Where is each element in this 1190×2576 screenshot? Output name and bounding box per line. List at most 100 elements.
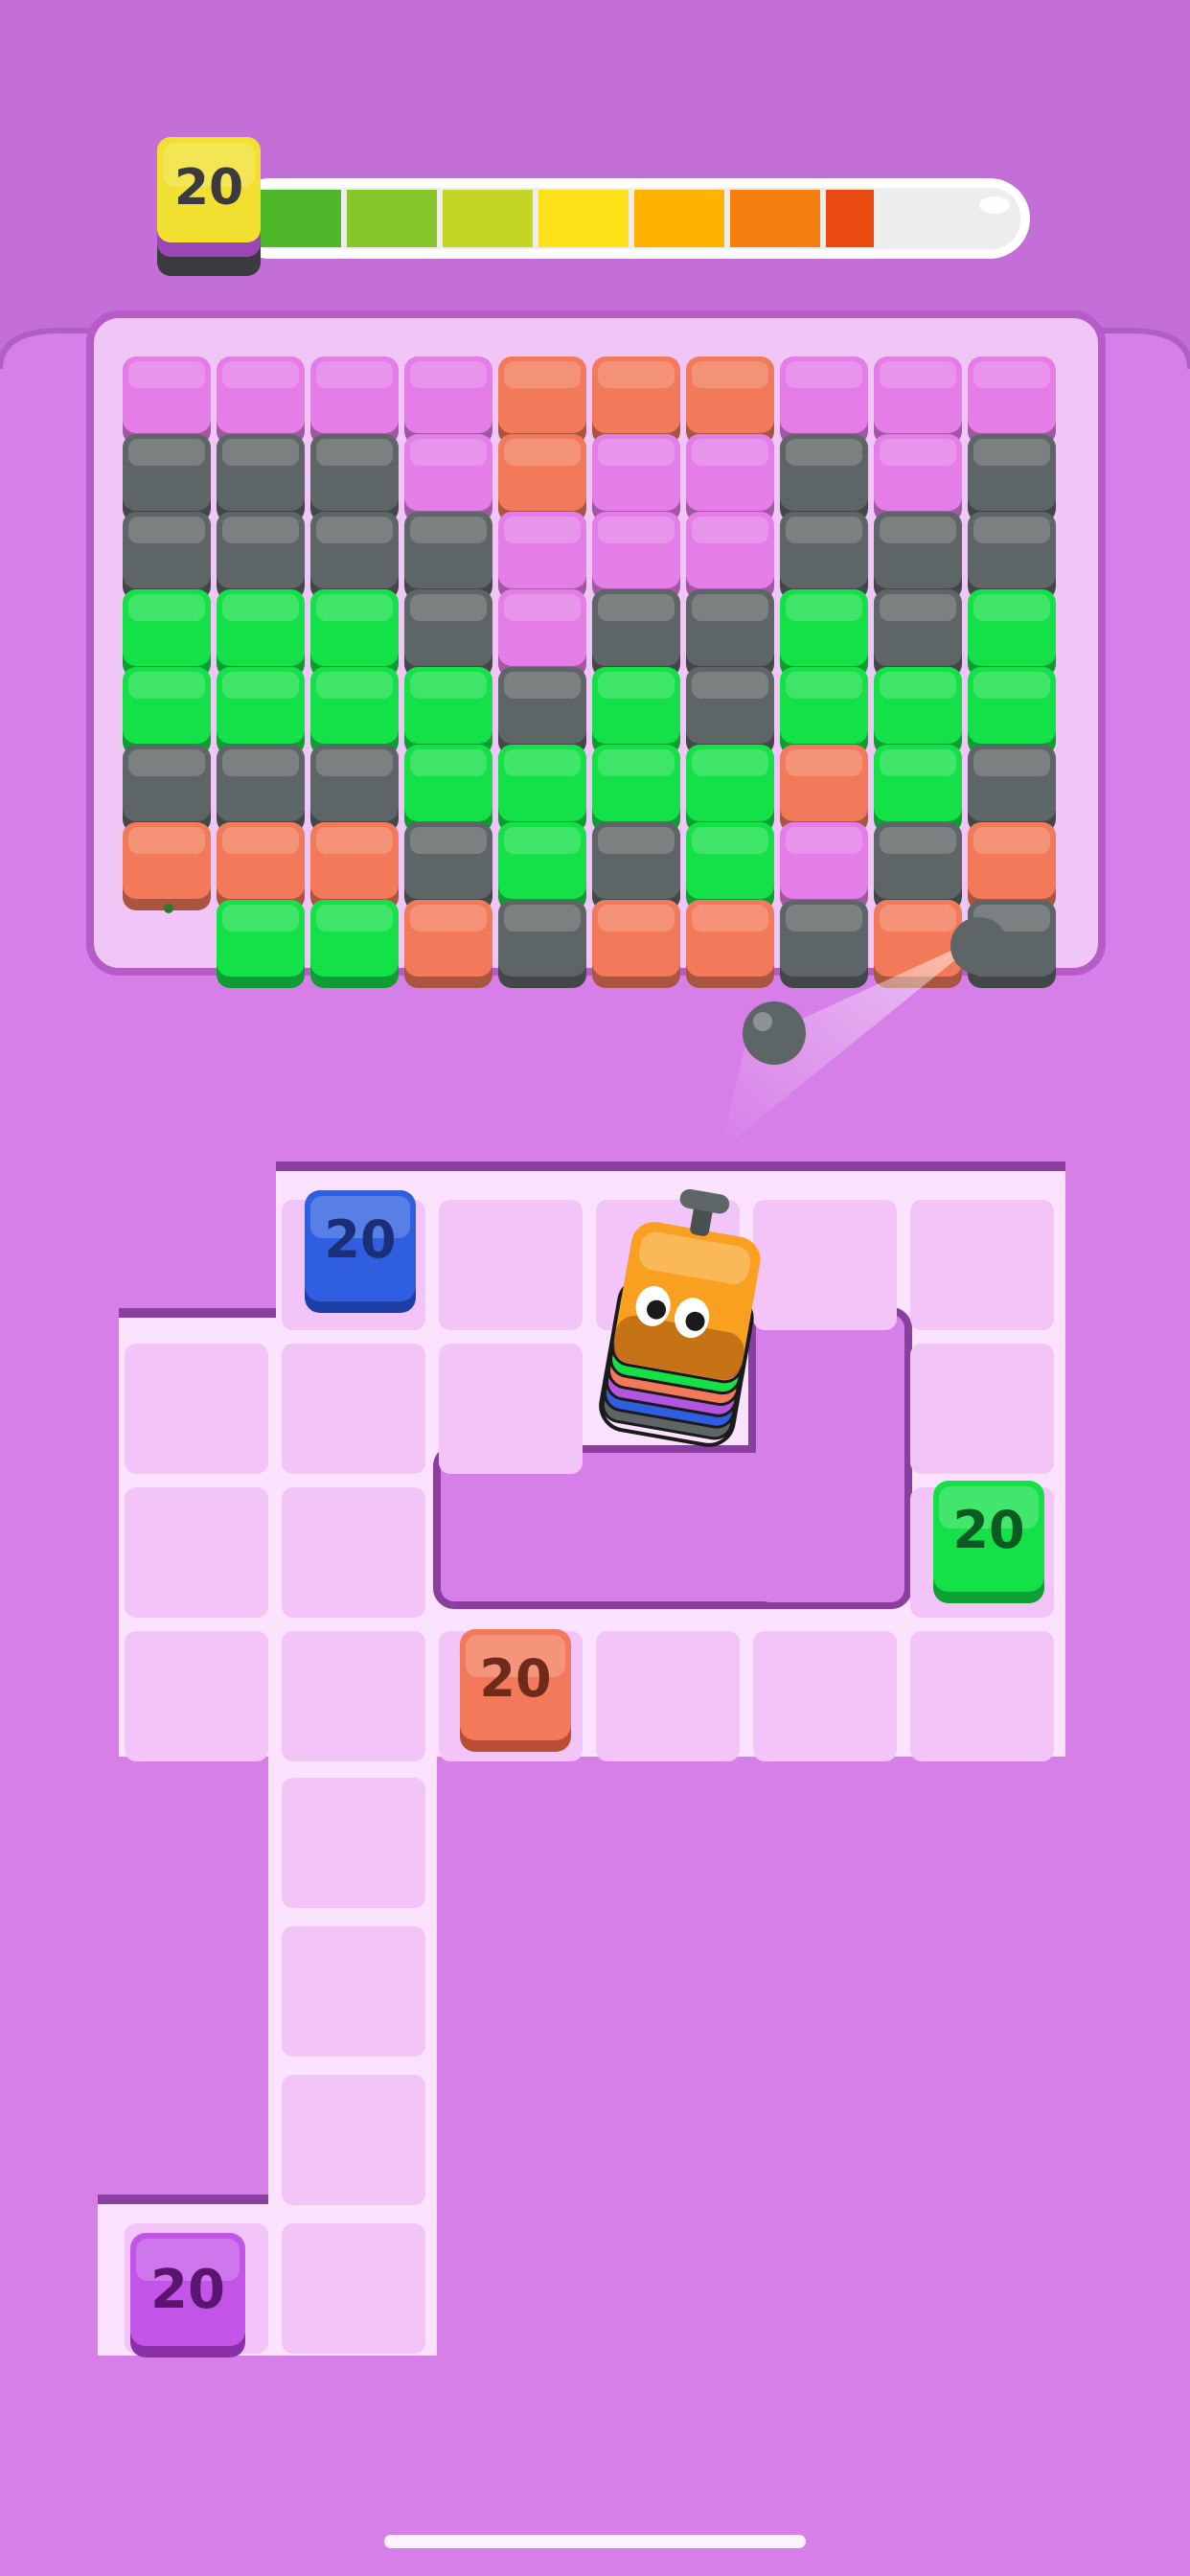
board-cell-green[interactable] bbox=[874, 667, 962, 755]
board-cell-gray[interactable] bbox=[874, 589, 962, 678]
board-dot bbox=[164, 904, 173, 913]
path-tile bbox=[910, 1200, 1054, 1330]
board-cell-coral[interactable] bbox=[592, 900, 680, 988]
board-cell-gray[interactable] bbox=[310, 434, 399, 522]
board-cell-pink[interactable] bbox=[123, 356, 211, 445]
progress-segment bbox=[730, 190, 820, 247]
stack-coral[interactable]: 20 bbox=[460, 1629, 571, 1752]
board-cell-coral[interactable] bbox=[968, 822, 1056, 910]
board-cell-green[interactable] bbox=[686, 822, 774, 910]
board-cell-green[interactable] bbox=[498, 745, 586, 833]
board-cell-green[interactable] bbox=[592, 745, 680, 833]
board-cell-pink[interactable] bbox=[217, 356, 305, 445]
board-cell-gray[interactable] bbox=[498, 667, 586, 755]
board-cell-gray[interactable] bbox=[217, 745, 305, 833]
board-cell-gray[interactable] bbox=[968, 434, 1056, 522]
board-cell-gray[interactable] bbox=[968, 745, 1056, 833]
board-cell-gray[interactable] bbox=[310, 512, 399, 600]
board-cell-green[interactable] bbox=[217, 667, 305, 755]
board-cell-gray[interactable] bbox=[217, 434, 305, 522]
path-tile bbox=[910, 1344, 1054, 1474]
board-cell-gray[interactable] bbox=[592, 589, 680, 678]
board-cell-gray[interactable] bbox=[217, 512, 305, 600]
path-tile bbox=[282, 1344, 425, 1474]
board-cell-green[interactable] bbox=[592, 667, 680, 755]
board-cell-gray[interactable] bbox=[123, 434, 211, 522]
board-cell-pink[interactable] bbox=[592, 512, 680, 600]
board-cell-gray[interactable] bbox=[968, 512, 1056, 600]
progress-segment bbox=[347, 190, 437, 247]
board-cell-green[interactable] bbox=[968, 667, 1056, 755]
board-cell-green[interactable] bbox=[123, 589, 211, 678]
board-cell-green[interactable] bbox=[498, 822, 586, 910]
board-cell-gray[interactable] bbox=[686, 667, 774, 755]
board-cell-gray[interactable] bbox=[592, 822, 680, 910]
board-cell-coral[interactable] bbox=[498, 434, 586, 522]
board-cell-green[interactable] bbox=[874, 745, 962, 833]
board-cell-coral[interactable] bbox=[686, 356, 774, 445]
path-tile bbox=[282, 2223, 425, 2354]
board-cell-pink[interactable] bbox=[686, 434, 774, 522]
board-cell-green[interactable] bbox=[686, 745, 774, 833]
level-number: 20 bbox=[174, 159, 243, 217]
board-cell-coral[interactable] bbox=[780, 745, 868, 833]
board-cell-pink[interactable] bbox=[968, 356, 1056, 445]
board-cell-green[interactable] bbox=[404, 745, 492, 833]
board-cell-gray[interactable] bbox=[404, 589, 492, 678]
board-cell-gray[interactable] bbox=[874, 512, 962, 600]
board-cell-coral[interactable] bbox=[498, 356, 586, 445]
board-cell-gray[interactable] bbox=[498, 900, 586, 988]
home-indicator[interactable] bbox=[384, 2535, 806, 2548]
board-cell-gray[interactable] bbox=[310, 745, 399, 833]
stack-purple[interactable]: 20 bbox=[130, 2233, 245, 2358]
board-cell-pink[interactable] bbox=[404, 434, 492, 522]
board-cell-coral[interactable] bbox=[310, 822, 399, 910]
path-tile bbox=[282, 2075, 425, 2205]
board-cell-green[interactable] bbox=[310, 900, 399, 988]
board-cell-pink[interactable] bbox=[592, 434, 680, 522]
path-tile bbox=[282, 1926, 425, 2057]
path-tile bbox=[439, 1344, 583, 1474]
board-cell-green[interactable] bbox=[310, 589, 399, 678]
path-tile bbox=[282, 1487, 425, 1618]
board-cell-coral[interactable] bbox=[404, 900, 492, 988]
stack-purple-count: 20 bbox=[150, 2259, 225, 2321]
board-cell-green[interactable] bbox=[780, 667, 868, 755]
board-cell-pink[interactable] bbox=[874, 356, 962, 445]
board-cell-green[interactable] bbox=[968, 589, 1056, 678]
progress-segment bbox=[634, 190, 724, 247]
board-cell-pink[interactable] bbox=[780, 822, 868, 910]
ball-projectile-highlight bbox=[753, 1012, 772, 1031]
board-cell-pink[interactable] bbox=[310, 356, 399, 445]
game-screen: 20 20 20 20 20 bbox=[0, 0, 1190, 2576]
board-cell-coral[interactable] bbox=[123, 822, 211, 910]
stack-green[interactable]: 20 bbox=[933, 1481, 1044, 1603]
board-cell-gray[interactable] bbox=[686, 589, 774, 678]
board-cell-gray[interactable] bbox=[404, 512, 492, 600]
progress-segment bbox=[538, 190, 629, 247]
board-cell-pink[interactable] bbox=[874, 434, 962, 522]
stack-blue[interactable]: 20 bbox=[305, 1190, 416, 1313]
board-cell-gray[interactable] bbox=[780, 434, 868, 522]
board-cell-pink[interactable] bbox=[404, 356, 492, 445]
board-cell-gray[interactable] bbox=[780, 512, 868, 600]
board-cell-coral[interactable] bbox=[592, 356, 680, 445]
board-cell-pink[interactable] bbox=[780, 356, 868, 445]
board-cell-coral[interactable] bbox=[686, 900, 774, 988]
board-cell-gray[interactable] bbox=[780, 900, 868, 988]
progress-bar bbox=[230, 178, 1030, 259]
board-cell-gray[interactable] bbox=[874, 822, 962, 910]
board-cell-green[interactable] bbox=[123, 667, 211, 755]
board-cell-gray[interactable] bbox=[404, 822, 492, 910]
board-cell-coral[interactable] bbox=[217, 822, 305, 910]
board-cell-pink[interactable] bbox=[498, 589, 586, 678]
board-cell-gray[interactable] bbox=[123, 745, 211, 833]
board-cell-pink[interactable] bbox=[498, 512, 586, 600]
board-cell-green[interactable] bbox=[404, 667, 492, 755]
board-cell-pink[interactable] bbox=[686, 512, 774, 600]
board-cell-gray[interactable] bbox=[123, 512, 211, 600]
board-cell-green[interactable] bbox=[217, 589, 305, 678]
board-cell-green[interactable] bbox=[780, 589, 868, 678]
board-cell-green[interactable] bbox=[310, 667, 399, 755]
board-cell-green[interactable] bbox=[217, 900, 305, 988]
